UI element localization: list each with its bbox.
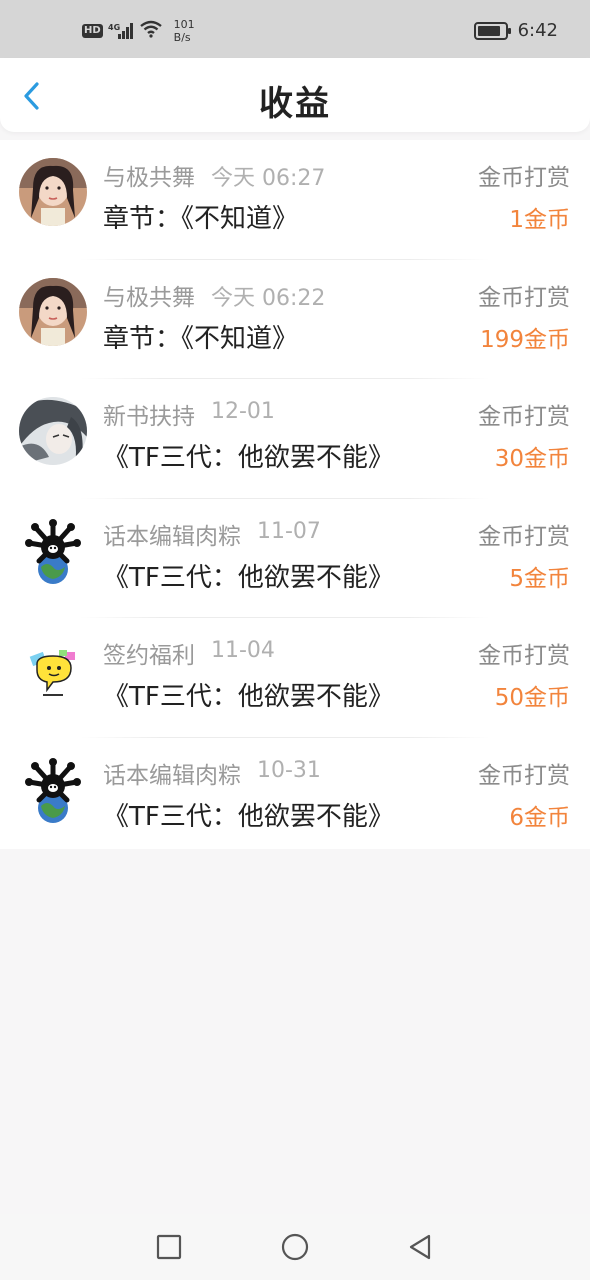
reward-row[interactable]: 新书扶持 12-01 金币打赏《TF三代：他欲罢不能》 30金币 bbox=[0, 379, 590, 499]
reward-author: 与极共舞 bbox=[103, 284, 195, 311]
reward-amount: 6金币 bbox=[509, 804, 570, 831]
avatar[interactable] bbox=[19, 516, 87, 585]
reward-type: 金币打赏 bbox=[478, 762, 570, 789]
circle-icon bbox=[281, 1233, 309, 1261]
reward-time: 今天 06:27 bbox=[211, 166, 326, 191]
net-speed: 101 B/s bbox=[174, 18, 195, 44]
reward-chapter: 章节：《不知道》 bbox=[103, 204, 299, 234]
navigation-bar bbox=[0, 1214, 590, 1280]
avatar[interactable] bbox=[19, 397, 87, 465]
reward-type: 金币打赏 bbox=[478, 284, 570, 311]
reward-chapter: 《TF三代：他欲罢不能》 bbox=[103, 682, 394, 712]
reward-amount: 199金币 bbox=[480, 326, 570, 353]
reward-amount: 50金币 bbox=[494, 685, 570, 711]
reward-author: 与极共舞 bbox=[103, 165, 195, 191]
reward-row[interactable]: 与极共舞 今天 06:22 金币打赏章节：《不知道》 199金币 bbox=[0, 260, 590, 379]
battery-icon bbox=[473, 21, 511, 40]
clock: 6:42 bbox=[517, 20, 558, 41]
reward-time: 11-04 bbox=[211, 638, 275, 663]
net-speed-value: 101 bbox=[173, 18, 195, 31]
wifi-icon bbox=[139, 20, 163, 42]
reward-row[interactable]: 话本编辑肉粽 11-07 金币打赏《TF三代：他欲罢不能》 5金币 bbox=[0, 499, 590, 618]
reward-time: 11-07 bbox=[257, 518, 321, 544]
signal-type: 4G bbox=[108, 23, 120, 32]
triangle-back-icon bbox=[409, 1234, 431, 1260]
reward-author: 签约福利 bbox=[103, 643, 195, 669]
status-right: 6:42 bbox=[473, 20, 558, 41]
reward-row[interactable]: 与极共舞 今天 06:27 金币打赏章节：《不知道》 1金币 bbox=[0, 140, 590, 260]
reward-time: 10-31 bbox=[257, 757, 321, 783]
signal-icon: 4G bbox=[108, 22, 134, 40]
reward-chapter: 《TF三代：他欲罢不能》 bbox=[103, 443, 394, 473]
reward-time: 今天 06:22 bbox=[211, 285, 326, 311]
square-icon bbox=[156, 1234, 182, 1260]
battery-level bbox=[477, 25, 500, 36]
reward-type: 金币打赏 bbox=[478, 404, 570, 430]
reward-amount: 5金币 bbox=[509, 565, 570, 592]
reward-author: 新书扶持 bbox=[103, 404, 195, 430]
avatar[interactable] bbox=[19, 277, 87, 346]
reward-amount: 30金币 bbox=[494, 446, 570, 472]
avatar[interactable] bbox=[19, 636, 87, 704]
reward-author: 话本编辑肉粽 bbox=[103, 762, 241, 789]
page-title: 收益 bbox=[259, 84, 331, 124]
reward-list: 与极共舞 今天 06:27 金币打赏 章节：《不知道》 1金币 与极共舞 今天 06:22… bbox=[0, 140, 590, 857]
home-button[interactable] bbox=[280, 1232, 310, 1262]
reward-chapter: 《TF三代：他欲罢不能》 bbox=[103, 801, 394, 832]
reward-author: 话本编辑肉粽 bbox=[103, 523, 241, 550]
avatar[interactable] bbox=[19, 755, 87, 824]
reward-row[interactable]: 话本编辑肉粽 10-31 金币打赏《TF三代：他欲罢不能》 6金币 bbox=[0, 738, 590, 857]
reward-amount: 1金币 bbox=[509, 207, 570, 233]
recent-apps-button[interactable] bbox=[154, 1232, 184, 1262]
hd-badge: HD bbox=[82, 24, 103, 38]
empty-area bbox=[0, 849, 590, 1214]
reward-type: 金币打赏 bbox=[478, 523, 570, 550]
status-bar: HD 4G 101 B/s 6:42 bbox=[0, 0, 590, 58]
reward-time: 12-01 bbox=[211, 399, 275, 424]
status-left: HD 4G 101 B/s bbox=[82, 18, 195, 44]
reward-row[interactable]: 签约福利 11-04 金币打赏《TF三代：他欲罢不能》 50金币 bbox=[0, 618, 590, 738]
header: 收益 bbox=[0, 58, 590, 132]
reward-type: 金币打赏 bbox=[478, 165, 570, 191]
reward-chapter: 《TF三代：他欲罢不能》 bbox=[103, 562, 394, 593]
avatar[interactable] bbox=[19, 158, 87, 226]
reward-chapter: 章节：《不知道》 bbox=[103, 323, 299, 354]
net-speed-unit: B/s bbox=[173, 31, 191, 44]
back-nav-button[interactable] bbox=[405, 1232, 435, 1262]
reward-type: 金币打赏 bbox=[478, 643, 570, 669]
